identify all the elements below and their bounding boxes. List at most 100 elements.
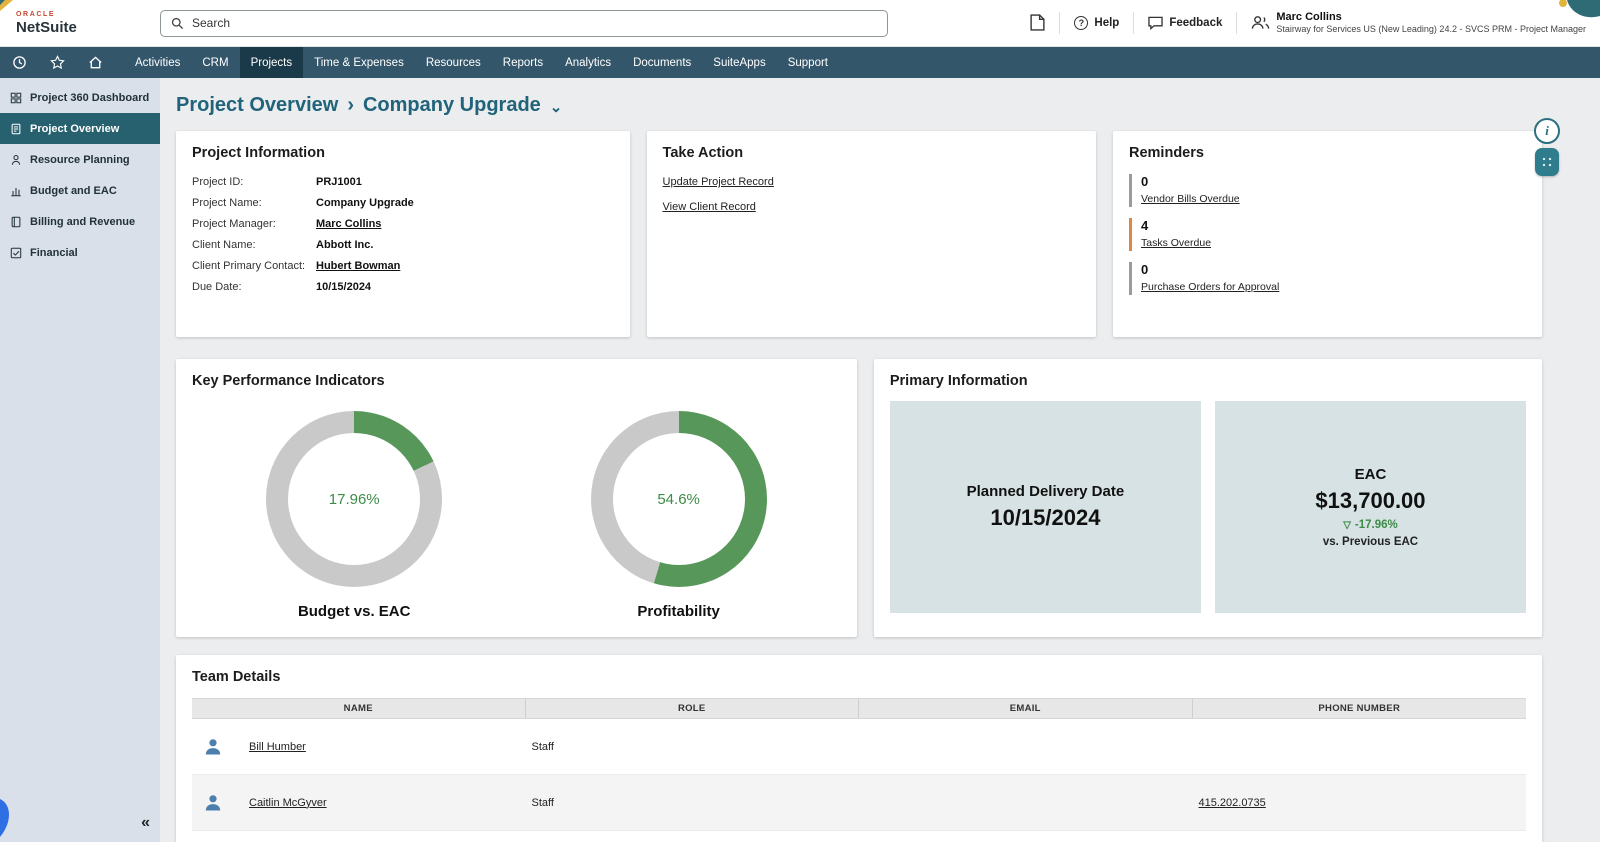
user-role-line: Stairway for Services US (New Leading) 2… (1276, 24, 1586, 36)
separator (1133, 12, 1134, 34)
team-member-link[interactable]: Caitlin McGyver (249, 797, 327, 809)
eac-footnote: vs. Previous EAC (1323, 536, 1418, 548)
user-menu[interactable]: Marc Collins Stairway for Services US (N… (1251, 10, 1586, 36)
eac-value: $13,700.00 (1315, 488, 1425, 514)
check-square-icon (10, 247, 22, 259)
nav-item-activities[interactable]: Activities (124, 47, 191, 78)
breadcrumb-current[interactable]: Company Upgrade (363, 94, 541, 117)
reminder-item: 0 Vendor Bills Overdue (1129, 174, 1526, 207)
nav-item-analytics[interactable]: Analytics (554, 47, 622, 78)
oracle-logo-text: ORACLE (16, 11, 160, 18)
nav-item-crm[interactable]: CRM (191, 47, 239, 78)
nav-item-reports[interactable]: Reports (492, 47, 554, 78)
card-title: Project Information (192, 145, 614, 161)
profitability-donut: 54.6% Profitability (591, 411, 767, 620)
donut-value: 17.96% (266, 411, 442, 587)
card-title: Take Action (663, 145, 1080, 161)
field-label: Client Name: (192, 239, 316, 251)
top-bar: ORACLE NetSuite ? Help Feedback Marc Col… (0, 0, 1600, 47)
project-manager-link[interactable]: Marc Collins (316, 218, 614, 230)
primary-information-card: Primary Information Planned Delivery Dat… (874, 359, 1542, 637)
table-header-row: NAME ROLE EMAIL PHONE NUMBER (192, 698, 1526, 719)
star-icon (50, 55, 65, 70)
users-icon (1251, 15, 1270, 30)
shortcuts-button[interactable] (38, 47, 76, 78)
team-member-link[interactable]: Bill Humber (249, 741, 306, 753)
feedback-bubble-icon (1148, 16, 1163, 30)
sidebar-item-resource-planning[interactable]: Resource Planning (0, 144, 160, 175)
nav-item-projects[interactable]: Projects (240, 47, 304, 78)
phone-link[interactable]: 415.202.0735 (1199, 797, 1266, 809)
card-title: Team Details (192, 669, 1526, 685)
reminder-count: 0 (1141, 174, 1526, 189)
column-header-name: NAME (192, 699, 526, 718)
person-avatar-icon (203, 737, 223, 757)
ledger-book-icon (10, 216, 22, 228)
column-header-role: ROLE (526, 699, 860, 718)
donut-label: Budget vs. EAC (298, 603, 411, 620)
topbar-actions: ? Help Feedback Marc Collins Stairway fo… (1030, 10, 1600, 36)
global-search[interactable] (160, 10, 888, 37)
separator (1059, 12, 1060, 34)
netsuite-logo-text: NetSuite (16, 20, 160, 35)
breadcrumb: Project Overview › Company Upgrade ⌄ (176, 94, 1542, 117)
planned-delivery-date-tile: Planned Delivery Date 10/15/2024 (890, 401, 1201, 613)
search-icon (171, 17, 184, 30)
reminders-card: Reminders 0 Vendor Bills Overdue 4 Tasks… (1113, 131, 1542, 337)
nav-item-resources[interactable]: Resources (415, 47, 492, 78)
dashboard-icon (10, 92, 22, 104)
sidebar-collapse-button[interactable]: « (141, 814, 150, 832)
sidebar-item-billing-and-revenue[interactable]: Billing and Revenue (0, 206, 160, 237)
nav-menu: Activities CRM Projects Time & Expenses … (124, 47, 839, 78)
role-cell: Staff (526, 741, 860, 753)
search-input[interactable] (192, 16, 887, 30)
help-button[interactable]: ? Help (1074, 16, 1119, 30)
sidebar-item-financial[interactable]: Financial (0, 237, 160, 268)
sidebar-item-project-overview[interactable]: Project Overview (0, 113, 160, 144)
vendor-bills-overdue-link[interactable]: Vendor Bills Overdue (1141, 193, 1240, 205)
chevron-down-icon[interactable]: ⌄ (550, 98, 563, 116)
recent-records-button[interactable] (0, 47, 38, 78)
eac-tile: EAC $13,700.00 ▽ -17.96% vs. Previous EA… (1215, 401, 1526, 613)
app-grid-button[interactable] (1535, 148, 1559, 176)
history-clock-icon (12, 55, 27, 70)
feedback-button[interactable]: Feedback (1148, 16, 1222, 30)
sidebar-item-project-360-dashboard[interactable]: Project 360 Dashboard (0, 82, 160, 113)
field-label: Due Date: (192, 281, 316, 293)
card-title: Reminders (1129, 145, 1526, 161)
client-primary-contact-link[interactable]: Hubert Bowman (316, 260, 614, 272)
nav-item-time-expenses[interactable]: Time & Expenses (303, 47, 415, 78)
purchase-orders-for-approval-link[interactable]: Purchase Orders for Approval (1141, 281, 1279, 293)
floating-helper-buttons: i (1534, 118, 1560, 176)
field-label: Client Primary Contact: (192, 260, 316, 272)
nav-item-support[interactable]: Support (777, 47, 839, 78)
tasks-overdue-link[interactable]: Tasks Overdue (1141, 237, 1211, 249)
reminder-count: 4 (1141, 218, 1526, 233)
update-project-record-link[interactable]: Update Project Record (663, 176, 774, 188)
home-button[interactable] (76, 47, 114, 78)
tile-label: Planned Delivery Date (967, 483, 1125, 500)
client-name-value: Abbott Inc. (316, 239, 614, 251)
reminder-item: 0 Purchase Orders for Approval (1129, 262, 1526, 295)
eac-delta: ▽ -17.96% (1343, 519, 1398, 531)
home-icon (88, 55, 103, 70)
sidebar-item-budget-and-eac[interactable]: Budget and EAC (0, 175, 160, 206)
reminder-item: 4 Tasks Overdue (1129, 218, 1526, 251)
breadcrumb-parent[interactable]: Project Overview (176, 94, 338, 117)
left-sidebar: Project 360 Dashboard Project Overview R… (0, 78, 160, 842)
donut-label: Profitability (637, 603, 720, 620)
team-details-card: Team Details NAME ROLE EMAIL PHONE NUMBE… (176, 655, 1542, 842)
table-row: Bill Humber Staff (192, 719, 1526, 775)
new-document-button[interactable] (1030, 14, 1045, 31)
nav-item-suiteapps[interactable]: SuiteApps (702, 47, 776, 78)
netsuite-logo: ORACLE NetSuite (0, 11, 160, 35)
info-button[interactable]: i (1534, 118, 1560, 144)
field-label: Project Name: (192, 197, 316, 209)
nav-item-documents[interactable]: Documents (622, 47, 702, 78)
card-title: Primary Information (890, 373, 1526, 389)
donut-value: 54.6% (591, 411, 767, 587)
clipboard-icon (10, 123, 22, 135)
kpi-card: Key Performance Indicators 17.96% Budget… (176, 359, 857, 637)
view-client-record-link[interactable]: View Client Record (663, 201, 756, 213)
column-header-phone: PHONE NUMBER (1193, 699, 1527, 718)
